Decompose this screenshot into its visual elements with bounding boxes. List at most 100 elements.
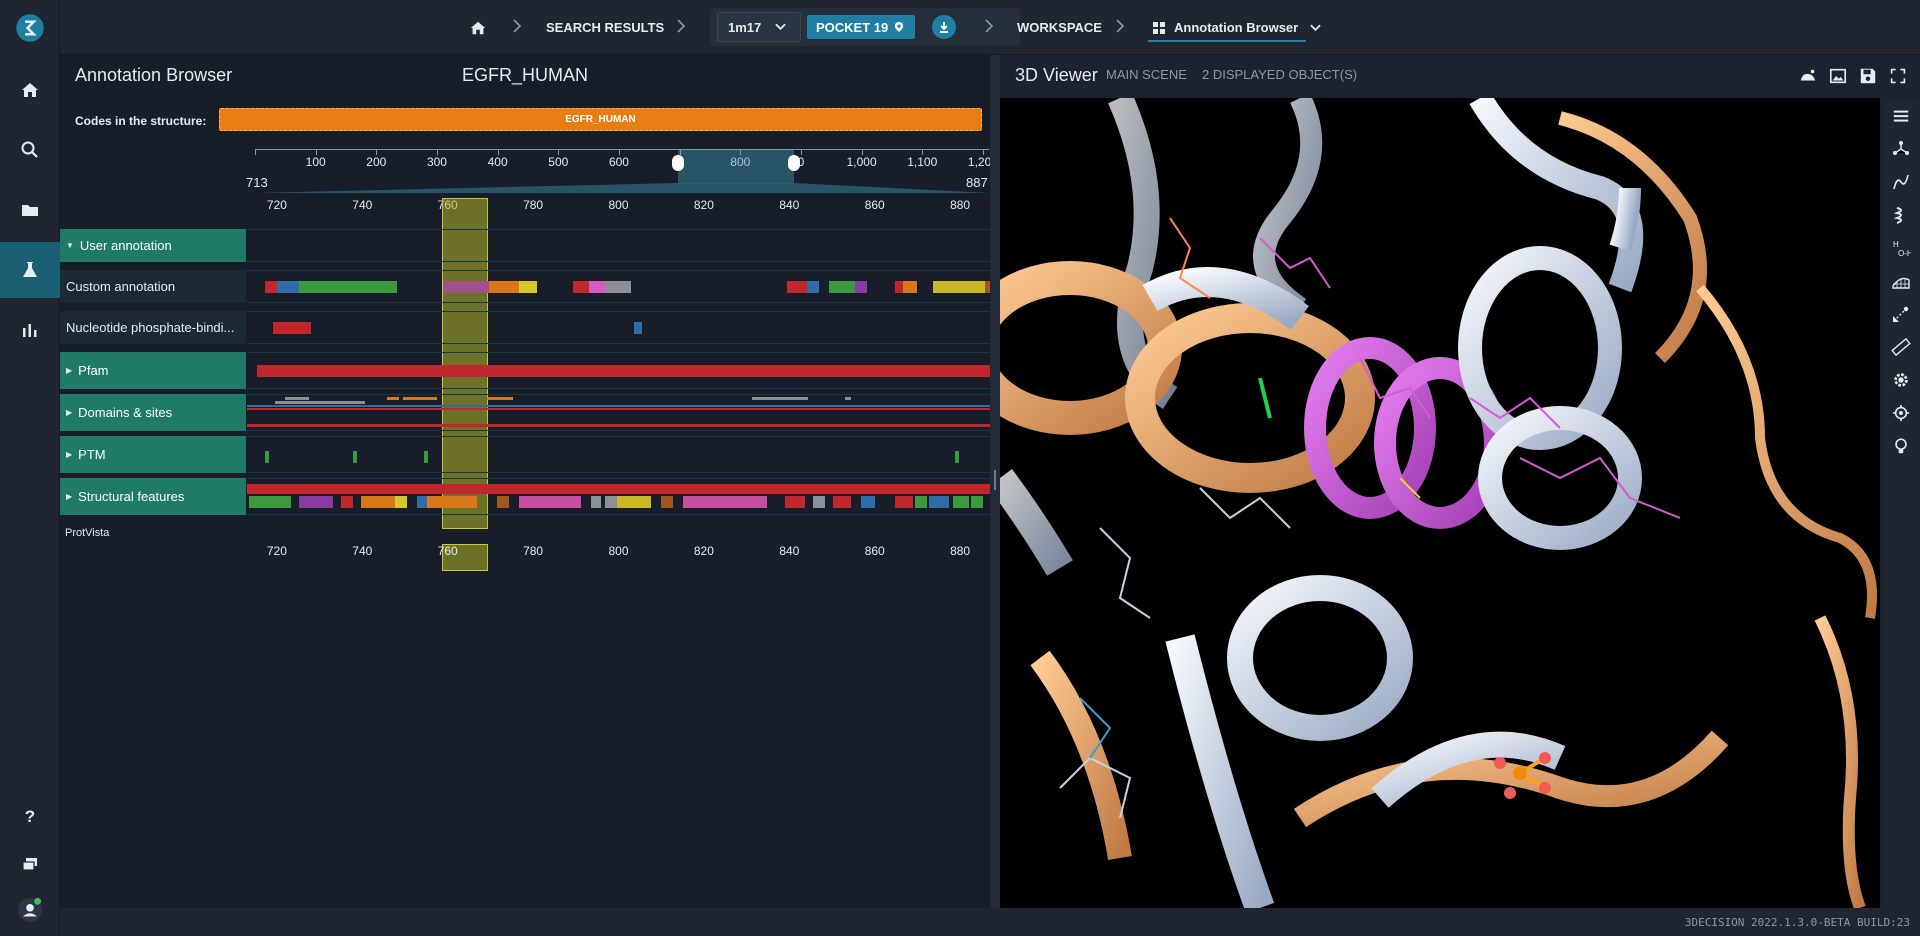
feature[interactable] bbox=[417, 496, 427, 508]
save-scene-button[interactable] bbox=[1857, 65, 1879, 87]
helix-button[interactable] bbox=[1889, 203, 1913, 227]
feature[interactable] bbox=[661, 496, 673, 508]
distance-button[interactable] bbox=[1889, 302, 1913, 326]
search-results-crumb[interactable]: SEARCH RESULTS bbox=[546, 0, 664, 55]
scene-label[interactable]: MAIN SCENE bbox=[1106, 67, 1187, 82]
viewer-menu-button[interactable] bbox=[1889, 104, 1913, 128]
feature[interactable] bbox=[387, 397, 399, 400]
feature[interactable] bbox=[785, 496, 805, 508]
search-button[interactable] bbox=[0, 122, 60, 178]
zoom-handle-left[interactable] bbox=[672, 155, 684, 171]
ruler-button[interactable] bbox=[1889, 335, 1913, 359]
feature[interactable] bbox=[285, 397, 309, 400]
feature[interactable] bbox=[353, 451, 357, 463]
feature[interactable] bbox=[929, 496, 949, 508]
feature[interactable] bbox=[829, 281, 855, 293]
feature[interactable] bbox=[487, 397, 513, 400]
app-logo[interactable] bbox=[0, 0, 60, 55]
feature[interactable] bbox=[497, 496, 509, 508]
home-button[interactable] bbox=[0, 62, 60, 118]
feature[interactable] bbox=[257, 365, 990, 377]
user-button[interactable] bbox=[0, 884, 60, 936]
feature[interactable] bbox=[605, 496, 617, 508]
feature[interactable] bbox=[247, 408, 990, 410]
analytics-button[interactable] bbox=[0, 302, 60, 358]
feature[interactable] bbox=[265, 281, 277, 293]
feature[interactable] bbox=[933, 281, 985, 293]
feature[interactable] bbox=[519, 496, 581, 508]
feature[interactable] bbox=[589, 281, 605, 293]
track-structural-features[interactable]: ▶ Structural features bbox=[60, 478, 246, 515]
feature[interactable] bbox=[299, 281, 397, 293]
panel-splitter[interactable] bbox=[990, 55, 1000, 908]
workspace-button[interactable] bbox=[0, 242, 60, 298]
feature[interactable] bbox=[845, 397, 851, 400]
feature[interactable] bbox=[861, 496, 875, 508]
fullscreen-button[interactable] bbox=[1887, 65, 1909, 87]
feature[interactable] bbox=[955, 451, 959, 463]
feature[interactable] bbox=[443, 281, 489, 293]
ball-stick-button[interactable] bbox=[1889, 137, 1913, 161]
feature[interactable] bbox=[903, 281, 917, 293]
feature[interactable] bbox=[427, 496, 477, 508]
pocket-badge[interactable]: POCKET 19 bbox=[807, 15, 915, 39]
feature[interactable] bbox=[953, 496, 969, 508]
view-switcher[interactable]: Annotation Browser bbox=[1153, 0, 1321, 55]
feature[interactable] bbox=[341, 496, 353, 508]
center-button[interactable] bbox=[1889, 401, 1913, 425]
track-domains-sites[interactable]: ▶ Domains & sites bbox=[60, 394, 246, 431]
feature[interactable] bbox=[275, 401, 365, 404]
feature[interactable] bbox=[752, 397, 808, 400]
feature[interactable] bbox=[683, 496, 767, 508]
feature[interactable] bbox=[971, 496, 983, 508]
feature[interactable] bbox=[247, 424, 990, 427]
molecule-canvas[interactable] bbox=[1000, 98, 1880, 908]
workspace-crumb[interactable]: WORKSPACE bbox=[1017, 0, 1102, 55]
feature[interactable] bbox=[519, 281, 537, 293]
feature[interactable] bbox=[247, 405, 990, 407]
feature[interactable] bbox=[489, 281, 519, 293]
screenshot-button[interactable] bbox=[1827, 65, 1849, 87]
feature[interactable] bbox=[591, 496, 601, 508]
feature[interactable] bbox=[787, 281, 807, 293]
feature[interactable] bbox=[915, 496, 927, 508]
displayed-objects-label[interactable]: 2 DISPLAYED OBJECT(S) bbox=[1202, 67, 1357, 82]
feature[interactable] bbox=[277, 281, 299, 293]
structure-select[interactable]: 1m17 bbox=[717, 12, 801, 42]
feature[interactable] bbox=[403, 397, 437, 400]
feature[interactable] bbox=[395, 496, 407, 508]
feature[interactable] bbox=[855, 281, 867, 293]
settings-button[interactable] bbox=[1889, 368, 1913, 392]
track-pfam[interactable]: ▶ Pfam bbox=[60, 352, 246, 389]
track-user-annotation[interactable]: ▼ User annotation bbox=[60, 229, 246, 262]
feature[interactable] bbox=[361, 496, 395, 508]
download-button[interactable] bbox=[932, 15, 956, 39]
ribbon-button[interactable] bbox=[1889, 170, 1913, 194]
track-nucleotide-binding[interactable]: Nucleotide phosphate-bindi... bbox=[60, 311, 246, 344]
zoom-handle-right[interactable] bbox=[788, 155, 800, 171]
feature[interactable] bbox=[807, 281, 819, 293]
feature[interactable] bbox=[299, 496, 333, 508]
feature[interactable] bbox=[605, 281, 631, 293]
track-custom-annotation[interactable]: Custom annotation bbox=[60, 270, 246, 303]
projects-button[interactable] bbox=[0, 182, 60, 238]
code-chip[interactable]: EGFR_HUMAN bbox=[219, 108, 982, 131]
lighting-button[interactable] bbox=[1889, 434, 1913, 458]
track-ptm[interactable]: ▶ PTM bbox=[60, 436, 246, 473]
feature[interactable] bbox=[424, 451, 428, 463]
feature[interactable] bbox=[247, 484, 990, 494]
splitter-grip[interactable] bbox=[994, 470, 996, 490]
home-crumb[interactable] bbox=[469, 0, 487, 55]
feature[interactable] bbox=[634, 322, 642, 334]
feature[interactable] bbox=[895, 281, 903, 293]
hydrogen-button[interactable]: H O-H bbox=[1889, 236, 1913, 260]
mesh-button[interactable] bbox=[1889, 269, 1913, 293]
feature[interactable] bbox=[573, 281, 589, 293]
feature[interactable] bbox=[249, 496, 291, 508]
feature[interactable] bbox=[273, 322, 311, 334]
feature[interactable] bbox=[813, 496, 825, 508]
feature[interactable] bbox=[833, 496, 851, 508]
feature[interactable] bbox=[265, 451, 269, 463]
surface-button[interactable] bbox=[1797, 65, 1819, 87]
feature[interactable] bbox=[617, 496, 651, 508]
